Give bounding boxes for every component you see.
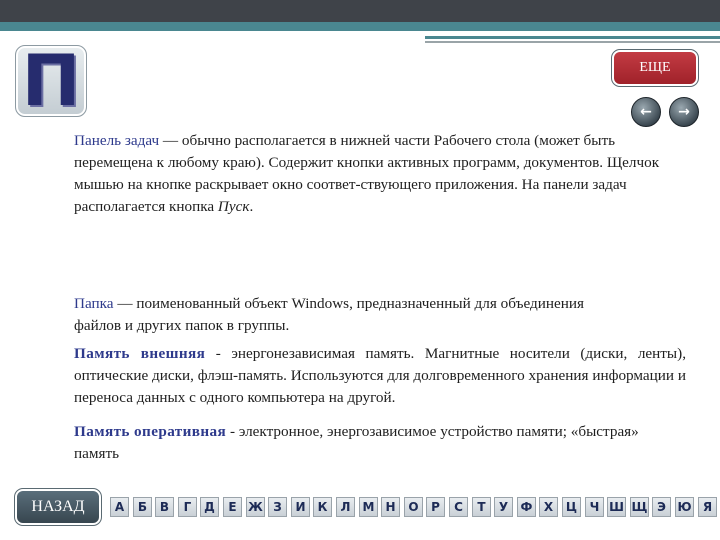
entry-term[interactable]: Папка <box>74 295 114 312</box>
letter-button-24[interactable]: Э <box>652 497 671 517</box>
letter-button-13[interactable]: О <box>404 497 423 517</box>
back-button[interactable]: НАЗАД <box>14 488 102 526</box>
header-teal-bar <box>0 22 720 31</box>
letter-button-22[interactable]: Ш <box>607 497 626 517</box>
alphabet-nav: АБВГДЕЖЗИКЛМНОРСТУФХЦЧШЩЭЮЯ <box>110 497 720 517</box>
glossary-entry-taskbar: Панель задач — обычно располагается в ни… <box>74 130 674 218</box>
letter-button-1[interactable]: Б <box>133 497 152 517</box>
letter-button-7[interactable]: З <box>268 497 287 517</box>
more-button[interactable]: ЕЩЕ <box>611 49 699 87</box>
letter-button-11[interactable]: М <box>359 497 378 517</box>
entry-text: — обычно располагается в нижней части Ра… <box>74 132 660 215</box>
letter-button-21[interactable]: Ч <box>585 497 604 517</box>
header-dark-bar <box>0 0 720 22</box>
entry-term[interactable]: Память внешняя <box>74 345 205 362</box>
letter-button-5[interactable]: Е <box>223 497 242 517</box>
letter-button-6[interactable]: Ж <box>246 497 265 517</box>
header-gray-line <box>425 41 720 43</box>
entry-tail: . <box>249 198 254 215</box>
letter-button-18[interactable]: Ф <box>517 497 536 517</box>
letter-button-3[interactable]: Г <box>178 497 197 517</box>
letter-button-9[interactable]: К <box>313 497 332 517</box>
glossary-entry-ram: Память оперативная - электронное, энерго… <box>74 421 674 465</box>
letter-button-23[interactable]: Щ <box>630 497 649 517</box>
letter-button-4[interactable]: Д <box>200 497 219 517</box>
more-button-label: ЕЩЕ <box>639 60 671 75</box>
glossary-entry-folder: Папка — поименованный объект Windows, пр… <box>74 293 634 337</box>
letter-button-19[interactable]: Х <box>539 497 558 517</box>
letter-button-10[interactable]: Л <box>336 497 355 517</box>
letter-button-12[interactable]: Н <box>381 497 400 517</box>
letter-button-16[interactable]: Т <box>472 497 491 517</box>
letter-button-8[interactable]: И <box>291 497 310 517</box>
letter-button-14[interactable]: Р <box>426 497 445 517</box>
glossary-entry-external-memory: Память внешняя - энергонезависимая памят… <box>74 343 686 409</box>
right-circle-arrow-icon[interactable]: → <box>669 97 699 127</box>
entry-term[interactable]: Память оперативная <box>74 423 226 440</box>
letter-button-26[interactable]: Я <box>698 497 717 517</box>
entry-term[interactable]: Панель задач <box>74 132 159 149</box>
entry-text: — поименованный объект Windows, предназн… <box>74 295 584 334</box>
letter-button-0[interactable]: А <box>110 497 129 517</box>
letter-tile: П <box>15 40 87 122</box>
letter-button-2[interactable]: В <box>155 497 174 517</box>
left-circle-arrow-icon[interactable]: ← <box>631 97 661 127</box>
letter-button-25[interactable]: Ю <box>675 497 694 517</box>
back-button-label: НАЗАД <box>31 498 85 515</box>
current-letter: П <box>21 40 81 122</box>
header-teal-line <box>425 36 720 39</box>
letter-button-17[interactable]: У <box>494 497 513 517</box>
letter-button-20[interactable]: Ц <box>562 497 581 517</box>
entry-emphasis: Пуск <box>217 198 250 215</box>
letter-button-15[interactable]: С <box>449 497 468 517</box>
